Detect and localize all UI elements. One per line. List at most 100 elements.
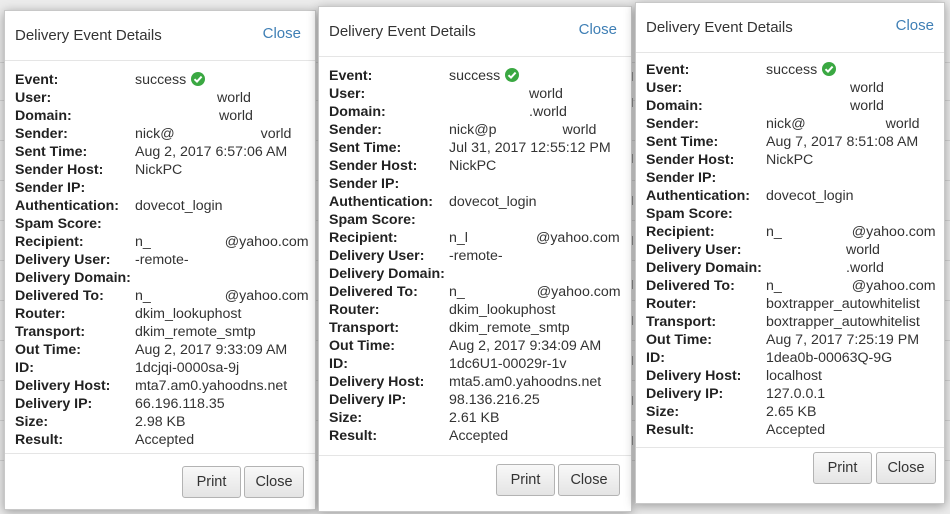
field-id: ID: 1dea0b-00063Q-9G: [646, 350, 893, 366]
field-out-time: Out Time: Aug 2, 2017 9:33:09 AM: [15, 342, 288, 358]
field-event: Event: success: [646, 61, 940, 79]
field-delivered-to: Delivered To: n_ @yahoo.com: [646, 278, 936, 294]
domain-value: .world: [449, 104, 567, 120]
field-spam-score: Spam Score:: [329, 212, 416, 228]
field-sender: Sender: nick@ vorld: [15, 126, 292, 142]
field-delivery-user: Delivery User: -remote-: [15, 252, 189, 268]
field-event: Event: success: [15, 71, 311, 89]
field-spam-score: Spam Score:: [646, 206, 733, 222]
field-size: Size: 2.98 KB: [15, 414, 186, 430]
field-router: Router: dkim_lookuphost: [15, 306, 242, 322]
field-delivery-host: Delivery Host: mta5.am0.yahoodns.net: [329, 374, 602, 390]
field-domain: Domain: .world: [329, 104, 567, 120]
delivery-event-dialog-3: Delivery Event Details Close Event: succe…: [635, 2, 945, 504]
field-sender-ip: Sender IP:: [15, 180, 86, 196]
field-authentication: Authentication: dovecot_login: [15, 198, 223, 214]
field-sent-time: Sent Time: Aug 2, 2017 6:57:06 AM: [15, 144, 288, 160]
print-button[interactable]: Print: [813, 452, 872, 484]
field-sender-host: Sender Host: NickPC: [15, 162, 183, 178]
dialog-header: Delivery Event Details Close: [319, 7, 631, 57]
field-user: User: world: [329, 86, 563, 102]
field-user: User: world: [15, 90, 251, 106]
close-link[interactable]: Close: [263, 25, 301, 42]
field-event: Event: success: [329, 67, 627, 85]
field-delivery-host: Delivery Host: mta7.am0.yahoodns.net: [15, 378, 288, 394]
dialog-footer: Print Close: [5, 453, 315, 509]
field-delivery-host: Delivery Host: localhost: [646, 368, 822, 384]
field-delivery-ip: Delivery IP: 66.196.118.35: [15, 396, 225, 412]
field-delivery-ip: Delivery IP: 98.136.216.25: [329, 392, 540, 408]
field-out-time: Out Time: Aug 2, 2017 9:34:09 AM: [329, 338, 602, 354]
field-recipient: Recipient: n_l @yahoo.com: [329, 230, 620, 246]
field-result: Result: Accepted: [15, 432, 195, 448]
field-delivery-user: Delivery User: world: [646, 242, 880, 258]
sender-value: nick@ world: [766, 116, 920, 132]
event-value: success: [135, 72, 206, 88]
recipient-value: n_ @yahoo.com: [135, 234, 309, 250]
check-circle-icon: [822, 62, 837, 76]
field-domain: Domain: world: [646, 98, 884, 114]
field-sender-ip: Sender IP:: [329, 176, 400, 192]
field-sent-time: Sent Time: Aug 7, 2017 8:51:08 AM: [646, 134, 919, 150]
delivered-to-value: n_ @yahoo.com: [766, 278, 936, 294]
field-sender: Sender: nick@p world: [329, 122, 597, 138]
close-link[interactable]: Close: [579, 21, 617, 38]
delivery-event-dialog-2: Delivery Event Details Close Event: succe…: [318, 6, 632, 512]
event-details-list: Event: success User: world Domain: world Se…: [15, 71, 311, 449]
field-authentication: Authentication: dovecot_login: [329, 194, 537, 210]
close-button[interactable]: Close: [558, 464, 620, 496]
delivered-to-value: n_ @yahoo.com: [135, 288, 309, 304]
delivery-user-value: world: [766, 242, 880, 258]
field-delivered-to: Delivered To: n_ @yahoo.com: [15, 288, 309, 304]
field-size: Size: 2.65 KB: [646, 404, 817, 420]
dialog-footer: Print Close: [636, 447, 944, 503]
user-value: world: [449, 86, 563, 102]
field-id: ID: 1dcjqi-0000sa-9j: [15, 360, 240, 376]
field-delivery-user: Delivery User: -remote-: [329, 248, 503, 264]
dialog-footer: Print Close: [319, 455, 631, 511]
close-link[interactable]: Close: [896, 17, 934, 34]
event-value: success: [766, 62, 837, 78]
field-sender-host: Sender Host: NickPC: [329, 158, 497, 174]
field-domain: Domain: world: [15, 108, 253, 124]
field-recipient: Recipient: n_ @yahoo.com: [15, 234, 309, 250]
user-value: world: [766, 80, 884, 96]
domain-value: world: [766, 98, 884, 114]
event-details-list: Event: success User: world Domain: .world S…: [329, 67, 627, 445]
field-delivery-domain: Delivery Domain:: [15, 270, 131, 286]
close-button[interactable]: Close: [244, 466, 304, 498]
recipient-value: n_ @yahoo.com: [766, 224, 936, 240]
field-sender-host: Sender Host: NickPC: [646, 152, 814, 168]
field-out-time: Out Time: Aug 7, 2017 7:25:19 PM: [646, 332, 920, 348]
field-router: Router: boxtrapper_autowhitelist: [646, 296, 920, 312]
delivery-event-dialog-1: Delivery Event Details Close Event: succe…: [4, 10, 316, 510]
dialog-title: Delivery Event Details: [15, 27, 162, 44]
event-details-list: Event: success User: world Domain: world Se…: [646, 61, 940, 439]
field-transport: Transport: dkim_remote_smtp: [329, 320, 570, 336]
field-sent-time: Sent Time: Jul 31, 2017 12:55:12 PM: [329, 140, 611, 156]
field-transport: Transport: dkim_remote_smtp: [15, 324, 256, 340]
field-size: Size: 2.61 KB: [329, 410, 500, 426]
print-button[interactable]: Print: [496, 464, 555, 496]
user-value: world: [135, 90, 251, 106]
field-recipient: Recipient: n_ @yahoo.com: [646, 224, 936, 240]
field-id: ID: 1dc6U1-00029r-1v: [329, 356, 567, 372]
dialog-header: Delivery Event Details Close: [5, 11, 315, 61]
field-delivery-domain: Delivery Domain: .world: [646, 260, 884, 276]
event-value: success: [449, 68, 520, 84]
field-sender: Sender: nick@ world: [646, 116, 920, 132]
field-spam-score: Spam Score:: [15, 216, 102, 232]
field-sender-ip: Sender IP:: [646, 170, 717, 186]
field-delivery-domain: Delivery Domain:: [329, 266, 445, 282]
field-authentication: Authentication: dovecot_login: [646, 188, 854, 204]
field-delivery-ip: Delivery IP: 127.0.0.1: [646, 386, 826, 402]
close-button[interactable]: Close: [876, 452, 936, 484]
field-user: User: world: [646, 80, 884, 96]
field-result: Result: Accepted: [329, 428, 509, 444]
domain-value: world: [135, 108, 253, 124]
field-delivered-to: Delivered To: n_ @yahoo.com: [329, 284, 621, 300]
field-router: Router: dkim_lookuphost: [329, 302, 556, 318]
sender-value: nick@ vorld: [135, 126, 292, 142]
print-button[interactable]: Print: [182, 466, 241, 498]
check-circle-icon: [505, 68, 520, 82]
